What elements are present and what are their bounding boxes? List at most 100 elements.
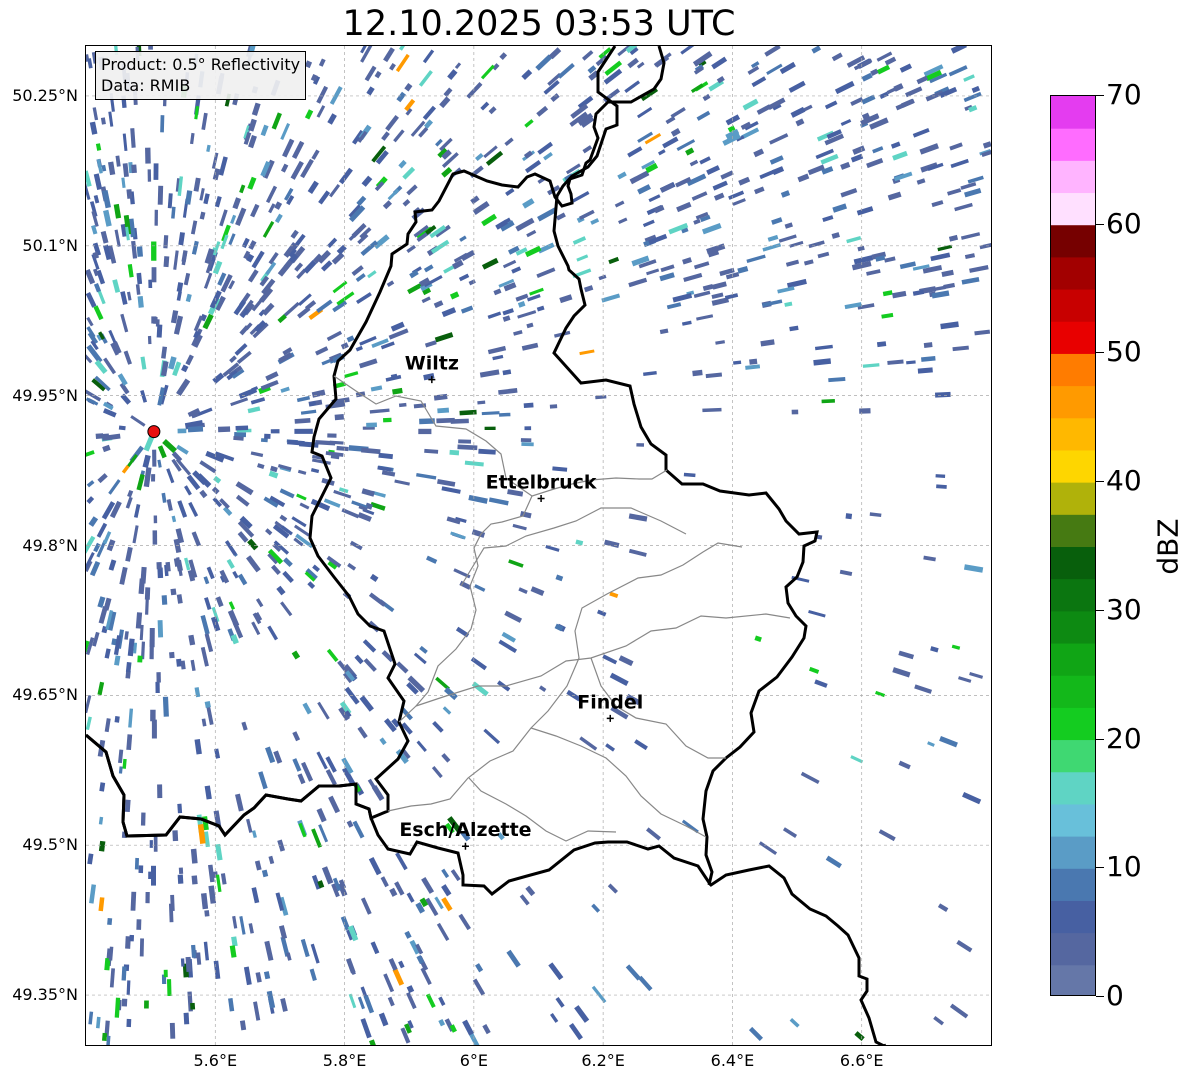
echo-cell <box>121 966 127 981</box>
echo-cell <box>206 566 215 580</box>
echo-cell <box>526 229 537 238</box>
echo-cell <box>152 449 157 467</box>
echo-cell <box>579 349 595 356</box>
echo-cell <box>821 399 835 404</box>
echo-cell <box>215 874 222 893</box>
echo-cell <box>557 63 575 79</box>
echo-cell <box>617 171 627 180</box>
echo-cell <box>86 535 96 554</box>
colorbar-swatch <box>1051 836 1095 869</box>
echo-cell <box>108 111 114 127</box>
echo-cell <box>203 576 210 585</box>
echo-cell <box>336 445 349 452</box>
echo-cell <box>218 156 228 176</box>
echo-cell <box>357 726 368 739</box>
product-info-box: Product: 0.5° Reflectivity Data: RMIB <box>95 51 307 100</box>
echo-cell <box>579 736 598 751</box>
echo-cell <box>300 158 314 179</box>
echo-cell <box>481 257 499 270</box>
echo-cell <box>257 463 265 470</box>
echo-cell <box>683 472 696 478</box>
echo-cell <box>383 973 395 993</box>
echo-cell <box>535 54 553 71</box>
echo-cell <box>123 350 132 365</box>
echo-cell <box>126 454 138 468</box>
colorbar-tick-label: 30 <box>1106 592 1142 626</box>
echo-cell <box>861 72 873 82</box>
echo-cell <box>492 354 504 361</box>
echo-cell <box>296 493 307 501</box>
echo-cell <box>930 646 939 653</box>
echo-cell <box>356 292 372 305</box>
echo-cell <box>191 531 201 547</box>
echo-cell <box>395 53 410 73</box>
echo-cell <box>214 196 222 208</box>
echo-cell <box>786 278 807 289</box>
echo-cell <box>689 159 699 167</box>
echo-cell <box>247 406 261 414</box>
echo-cell <box>318 190 331 205</box>
colorbar-swatch <box>1051 868 1095 901</box>
echo-cell <box>480 64 495 80</box>
echo-cell <box>114 229 121 247</box>
echo-cell <box>433 300 444 309</box>
echo-cell <box>933 1016 944 1026</box>
echo-cell <box>304 109 314 120</box>
echo-cell <box>764 46 781 57</box>
echo-cell <box>211 486 220 495</box>
echo-cell <box>87 853 94 865</box>
echo-cell <box>628 513 648 522</box>
echo-cell <box>260 124 269 137</box>
echo-cell <box>906 360 916 365</box>
echo-cell <box>199 460 217 474</box>
echo-cell <box>122 163 129 178</box>
map-title: 12.10.2025 03:53 UTC <box>342 4 736 44</box>
echo-cell <box>153 163 159 180</box>
echo-cell <box>892 290 907 299</box>
echo-cell <box>919 143 939 155</box>
echo-cell <box>627 57 639 69</box>
echo-cell <box>859 408 871 414</box>
echo-cell <box>157 445 167 459</box>
echo-cell <box>670 128 681 137</box>
echo-cell <box>88 516 99 527</box>
echo-cell <box>97 596 106 608</box>
echo-cell <box>446 516 461 525</box>
echo-cell <box>624 80 641 94</box>
echo-cell <box>424 340 437 348</box>
colorbar-swatch <box>1051 192 1095 226</box>
echo-cell <box>502 315 511 322</box>
echo-cell <box>86 480 95 488</box>
echo-cell <box>318 824 329 843</box>
echo-cell <box>780 190 791 198</box>
echo-cell <box>147 335 152 345</box>
longitude-tick-label: 6.2°E <box>581 1051 625 1070</box>
echo-cell <box>769 155 784 165</box>
latitude-tick-label: 50.1°N <box>22 235 78 255</box>
echo-cell <box>261 869 269 878</box>
echo-cell <box>416 740 427 752</box>
echo-cell <box>515 293 529 302</box>
echo-cell <box>480 101 490 111</box>
echo-cell <box>144 1000 149 1009</box>
echo-cell <box>502 308 514 316</box>
radar-map[interactable]: Wiltz Ettelbruck Findel Esch/Alzette <box>85 45 992 1046</box>
colorbar-swatch <box>1051 321 1095 354</box>
echo-cell <box>963 564 984 573</box>
echo-cell <box>118 766 123 774</box>
echo-cell <box>300 938 310 958</box>
echo-cell <box>808 610 826 618</box>
echo-cell <box>614 200 625 208</box>
echo-cell <box>501 631 516 643</box>
longitude-tick-label: 6°E <box>459 1051 488 1070</box>
echo-cell <box>248 240 257 250</box>
echo-cell <box>126 1018 132 1028</box>
echo-cell <box>363 658 377 672</box>
echo-cell <box>425 555 438 564</box>
echo-cell <box>177 874 184 884</box>
echo-cell <box>608 256 620 265</box>
echo-cell <box>537 242 555 254</box>
echo-cell <box>140 389 148 403</box>
echo-cell <box>304 300 317 311</box>
echo-cell <box>912 289 925 296</box>
